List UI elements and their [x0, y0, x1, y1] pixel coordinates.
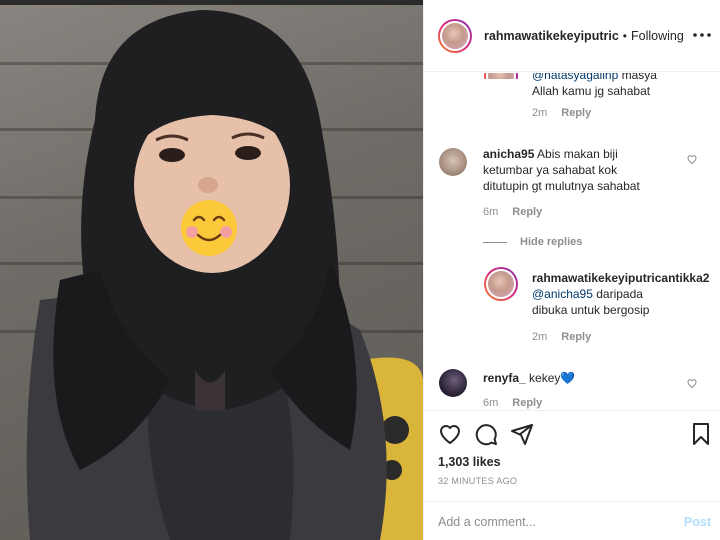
comment-time: 2m: [532, 107, 548, 119]
likes-count[interactable]: 1,303 likes: [438, 455, 501, 469]
photo-scene: [26, 10, 423, 540]
reply-button[interactable]: Reply: [512, 206, 542, 218]
comment-text: rahmawatikekeyiputricantikka2 @anicha95 …: [532, 270, 717, 318]
comments-list[interactable]: @natasyagalinp masya Allah kamu jg sahab…: [424, 73, 720, 410]
comment-time: 6m: [483, 206, 499, 218]
like-comment-heart-icon[interactable]: [686, 377, 698, 389]
post-header: rahmawatikekeyiputric • Following: [424, 0, 720, 72]
comment-icon[interactable]: [474, 422, 498, 446]
comment-text-part: kekey: [525, 371, 561, 385]
smiling-face-emoji-sticker: [181, 200, 237, 256]
comment-text-part: masya: [618, 73, 657, 82]
author-avatar[interactable]: [438, 18, 472, 53]
share-icon[interactable]: [510, 422, 534, 446]
comment-text-part: Abis makan biji: [534, 147, 618, 161]
comment-text-part: ketumbar ya sahabat kok: [483, 163, 618, 177]
comment-meta: 2m Reply: [532, 107, 591, 119]
comment-text-part: ditutupin gt mulutnya sahabat: [483, 179, 640, 193]
comment-text-part: Allah kamu jg sahabat: [532, 84, 651, 98]
comment-mention[interactable]: @anicha95: [532, 287, 593, 301]
like-comment-heart-icon[interactable]: [686, 153, 698, 165]
comment-meta: 2m Reply: [532, 331, 591, 343]
comment-meta: 6m Reply: [483, 206, 542, 218]
comment-text: anicha95 Abis makan biji ketumbar ya sah…: [483, 146, 688, 194]
photo-top-edge: [0, 0, 423, 5]
bookmark-icon[interactable]: [689, 422, 713, 446]
heart-icon[interactable]: [438, 422, 462, 446]
more-horizontal-icon[interactable]: [693, 26, 711, 44]
comment-text: renyfa_ kekey💙: [483, 370, 688, 386]
post-timestamp[interactable]: 32 MINUTES AGO: [438, 476, 517, 486]
commenter-username[interactable]: renyfa_: [483, 371, 526, 385]
comment-time: 6m: [483, 397, 499, 409]
hide-replies-button[interactable]: Hide replies: [520, 236, 582, 248]
author-avatar-image: [440, 20, 470, 51]
reply-button[interactable]: Reply: [561, 107, 591, 119]
comment-time: 2m: [532, 331, 548, 343]
reply-avatar[interactable]: [484, 73, 518, 79]
follow-status-button[interactable]: Following: [631, 29, 684, 43]
reply-button[interactable]: Reply: [512, 397, 542, 409]
author-username[interactable]: rahmawatikekeyiputric: [484, 29, 619, 43]
comment-text-part: daripada: [592, 287, 643, 301]
commenter-username[interactable]: rahmawatikekeyiputricantikka2: [532, 271, 709, 285]
reply-avatar[interactable]: [484, 267, 518, 301]
add-comment-bar: Add a comment... Post: [424, 501, 720, 540]
header-separator: •: [622, 28, 627, 43]
post-photo[interactable]: [0, 0, 423, 540]
comment-meta: 6m Reply: [483, 397, 542, 409]
reply-button[interactable]: Reply: [561, 331, 591, 343]
comment-text-part: dibuka untuk bergosip: [532, 303, 650, 317]
post-actions: 1,303 likes 32 MINUTES AGO Add a comment…: [424, 410, 720, 540]
commenter-avatar[interactable]: [439, 148, 467, 176]
add-comment-input[interactable]: Add a comment...: [438, 515, 536, 529]
comment-mention[interactable]: @natasyagalinp: [532, 73, 618, 82]
post-side-panel: rahmawatikekeyiputric • Following @natas…: [423, 0, 720, 540]
hide-replies-line: [483, 242, 507, 243]
comment-text: @natasyagalinp masya Allah kamu jg sahab…: [532, 73, 712, 99]
post-comment-button[interactable]: Post: [684, 515, 711, 529]
commenter-username[interactable]: anicha95: [483, 147, 534, 161]
blue-heart-emoji: 💙: [560, 371, 576, 385]
commenter-avatar[interactable]: [439, 369, 467, 397]
